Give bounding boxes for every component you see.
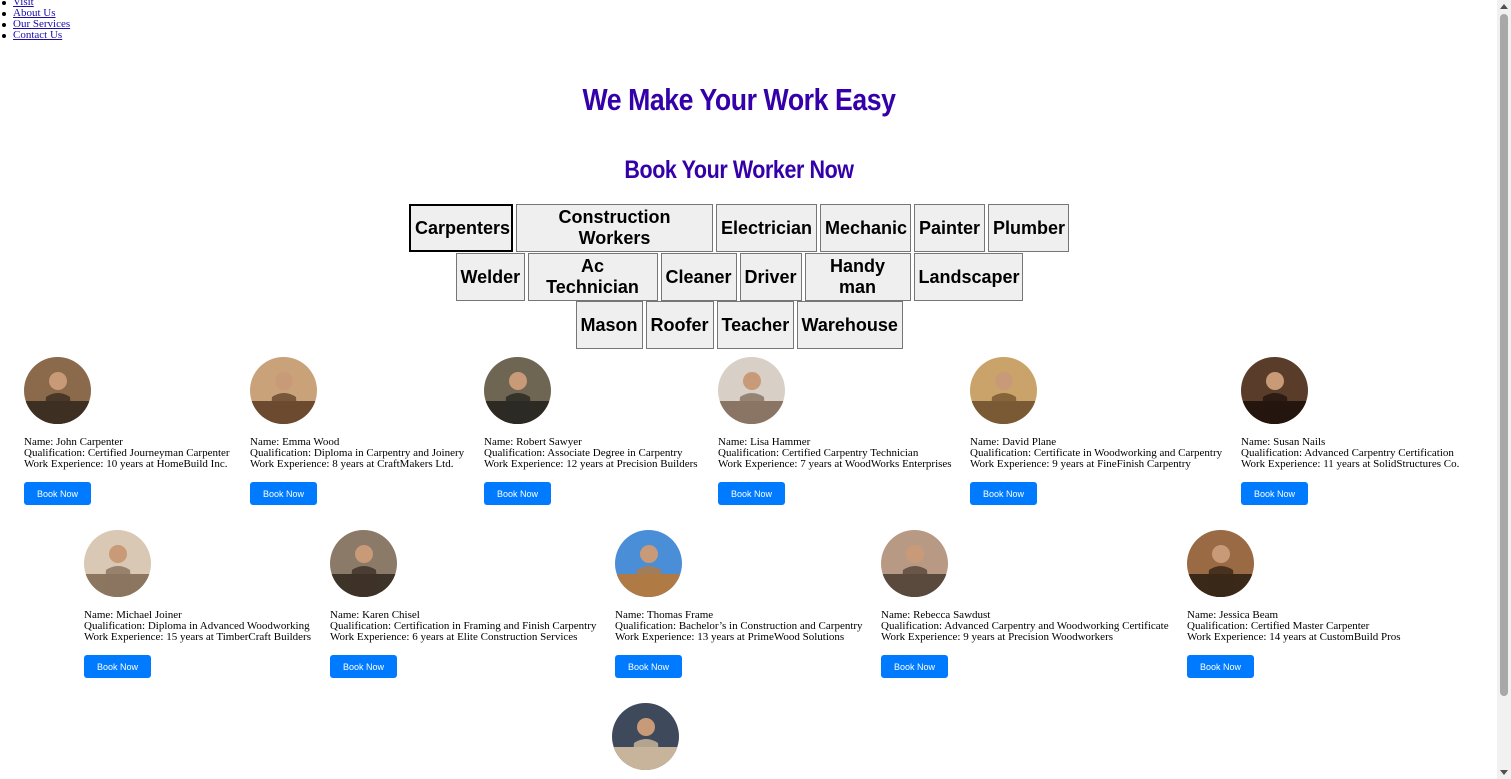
worker-info: Name: Susan Nails Qualification: Advanced…: [1241, 437, 1459, 470]
worker-photo: [484, 357, 551, 424]
worker-experience: Work Experience: 9 years at Precision Wo…: [881, 631, 1114, 643]
worker-photo: [1241, 357, 1308, 424]
worker-photo: [615, 530, 682, 597]
category-plumber-button[interactable]: Plumber: [988, 204, 1069, 252]
worker-photo: [970, 357, 1037, 424]
worker-card: Name: Susan Nails Qualification: Advanced…: [1241, 357, 1459, 505]
worker-info: Name: Jessica Beam Qualification: Certifi…: [1187, 610, 1401, 643]
worker-info: Name: Michael Joiner Qualification: Diplo…: [84, 610, 311, 643]
hero-title: We Make Your Work Easy: [582, 82, 896, 117]
worker-info: Name: Karen Chisel Qualification: Certifi…: [330, 610, 596, 643]
category-carpenters-button[interactable]: Carpenters: [409, 204, 513, 252]
worker-info: Name: Emma Wood Qualification: Diploma in…: [250, 437, 464, 470]
book-now-button[interactable]: Book Now: [250, 482, 317, 505]
worker-experience: Work Experience: 15 years at TimberCraft…: [84, 631, 312, 643]
category-welder-button[interactable]: Welder: [455, 253, 525, 301]
worker-info: Name: Thomas Frame Qualification: Bachelo…: [615, 610, 863, 643]
book-now-button[interactable]: Book Now: [881, 655, 948, 678]
worker-photo: [1187, 530, 1254, 597]
worker-card: Name: Jessica Beam Qualification: Certifi…: [1187, 530, 1401, 678]
worker-info: Name: Rebecca Sawdust Qualification: Adva…: [881, 610, 1169, 643]
scroll-down-arrow-icon[interactable]: [1500, 770, 1508, 775]
category-row-1: Carpenters Construction Workers Electric…: [0, 204, 1478, 252]
worker-card: Name: Lisa Hammer Qualification: Certifie…: [718, 357, 952, 505]
scroll-up-arrow-icon[interactable]: [1500, 4, 1508, 9]
scroll-thumb[interactable]: [1500, 14, 1508, 696]
worker-card: Name: Michael Joiner Qualification: Diplo…: [84, 530, 311, 678]
category-electrician-button[interactable]: Electrician: [716, 204, 817, 252]
category-roofer-button[interactable]: Roofer: [645, 301, 714, 349]
worker-card: [612, 703, 679, 770]
worker-experience: Work Experience: 11 years at SolidStruct…: [1241, 458, 1460, 470]
book-now-button[interactable]: Book Now: [970, 482, 1037, 505]
book-now-button[interactable]: Book Now: [330, 655, 397, 678]
worker-photo: [24, 357, 91, 424]
worker-card: Name: Rebecca Sawdust Qualification: Adva…: [881, 530, 1169, 678]
worker-experience: Work Experience: 8 years at CraftMakers …: [250, 458, 454, 470]
worker-card: Name: David Plane Qualification: Certific…: [970, 357, 1222, 505]
book-now-button[interactable]: Book Now: [718, 482, 785, 505]
category-driver-button[interactable]: Driver: [739, 253, 802, 301]
category-mason-button[interactable]: Mason: [575, 301, 643, 349]
category-ac-technician-button[interactable]: Ac Technician: [527, 253, 658, 301]
worker-photo: [84, 530, 151, 597]
category-painter-button[interactable]: Painter: [914, 204, 985, 252]
worker-info: Name: David Plane Qualification: Certific…: [970, 437, 1222, 470]
book-now-button[interactable]: Book Now: [1187, 655, 1254, 678]
category-landscaper-button[interactable]: Landscaper: [913, 253, 1023, 301]
category-row-2: Welder Ac Technician Cleaner Driver Hand…: [0, 253, 1478, 301]
worker-experience: Work Experience: 7 years at WoodWorks En…: [718, 458, 952, 470]
category-mechanic-button[interactable]: Mechanic: [820, 204, 911, 252]
nav-link-contact[interactable]: Contact Us: [13, 29, 62, 41]
category-construction-workers-button[interactable]: Construction Workers: [516, 204, 713, 252]
worker-card: Name: John Carpenter Qualification: Certi…: [24, 357, 230, 505]
worker-info: Name: Lisa Hammer Qualification: Certifie…: [718, 437, 952, 470]
nav-item: Contact Us: [1, 29, 70, 41]
vertical-scrollbar[interactable]: [1497, 0, 1511, 779]
worker-experience: Work Experience: 14 years at CustomBuild…: [1187, 631, 1401, 643]
book-now-button[interactable]: Book Now: [24, 482, 91, 505]
worker-card: Name: Thomas Frame Qualification: Bachelo…: [615, 530, 863, 678]
category-row-3: Mason Roofer Teacher Warehouse: [0, 301, 1478, 349]
category-teacher-button[interactable]: Teacher: [716, 301, 794, 349]
worker-card: Name: Robert Sawyer Qualification: Associ…: [484, 357, 698, 505]
worker-info: Name: John Carpenter Qualification: Certi…: [24, 437, 230, 470]
worker-experience: Work Experience: 12 years at Precision B…: [484, 458, 698, 470]
section-title: Book Your Worker Now: [624, 156, 854, 184]
worker-card: Name: Karen Chisel Qualification: Certifi…: [330, 530, 596, 678]
book-now-button[interactable]: Book Now: [484, 482, 551, 505]
worker-photo: [612, 703, 679, 770]
worker-photo: [718, 357, 785, 424]
worker-experience: Work Experience: 13 years at PrimeWood S…: [615, 631, 845, 643]
worker-experience: Work Experience: 6 years at Elite Constr…: [330, 631, 578, 643]
category-handy-man-button[interactable]: Handy man: [804, 253, 911, 301]
worker-photo: [250, 357, 317, 424]
worker-experience: Work Experience: 10 years at HomeBuild I…: [24, 458, 228, 470]
top-nav: Visit About Us Our Services Contact Us: [1, 0, 70, 41]
book-now-button[interactable]: Book Now: [84, 655, 151, 678]
worker-photo: [330, 530, 397, 597]
book-now-button[interactable]: Book Now: [615, 655, 682, 678]
worker-photo: [881, 530, 948, 597]
category-warehouse-button[interactable]: Warehouse: [796, 301, 903, 349]
worker-experience: Work Experience: 9 years at FineFinish C…: [970, 458, 1191, 470]
book-now-button[interactable]: Book Now: [1241, 482, 1308, 505]
category-cleaner-button[interactable]: Cleaner: [660, 253, 737, 301]
worker-card: Name: Emma Wood Qualification: Diploma in…: [250, 357, 464, 505]
worker-info: Name: Robert Sawyer Qualification: Associ…: [484, 437, 698, 470]
